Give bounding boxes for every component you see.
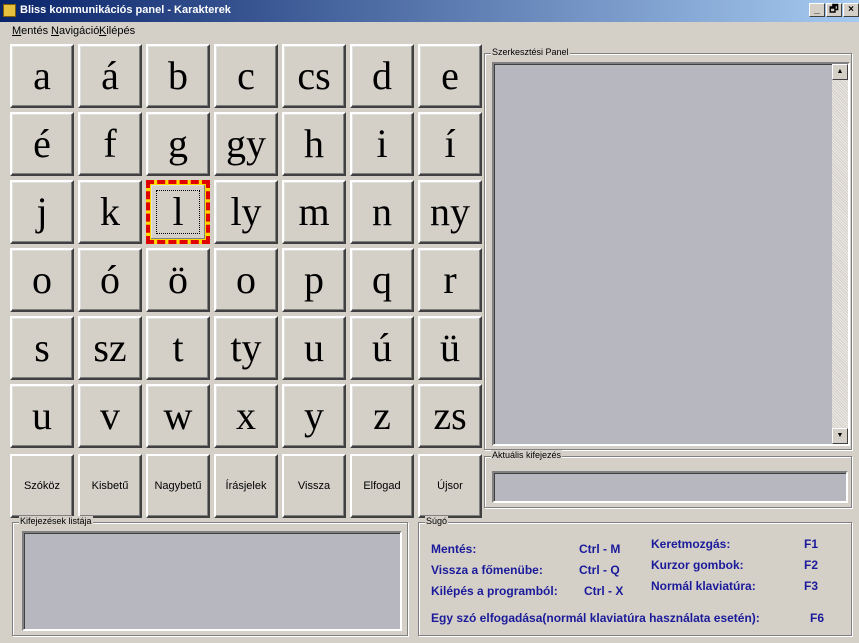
edit-panel-textarea[interactable]: ▲ ▼ [492,62,850,446]
character-button[interactable]: a [10,44,74,108]
function-button[interactable]: Kisbetű [78,454,142,518]
help-save-key: Ctrl - M [579,542,621,556]
character-button[interactable]: x [214,384,278,448]
character-button[interactable]: f [78,112,142,176]
function-button[interactable]: Írásjelek [214,454,278,518]
function-button[interactable]: Újsor [418,454,482,518]
current-expression-label: Aktuális kifejezés [491,450,563,460]
help-back-main: Vissza a főmenübe: [431,563,543,577]
help-group: Súgó Mentés: Ctrl - M Vissza a főmenübe:… [418,516,852,636]
menu-save[interactable]: Mentés [12,25,48,37]
character-button[interactable]: u [282,316,346,380]
character-button-selected[interactable]: l [146,180,210,244]
menu-exit[interactable]: Kilépés [99,25,135,37]
character-button[interactable]: sz [78,316,142,380]
current-expression-group: Aktuális kifejezés [484,450,852,508]
character-button[interactable]: zs [418,384,482,448]
character-button[interactable]: m [282,180,346,244]
character-button[interactable]: q [350,248,414,312]
character-button[interactable]: d [350,44,414,108]
character-button[interactable]: í [418,112,482,176]
character-button[interactable]: t [146,316,210,380]
function-button[interactable]: Vissza [282,454,346,518]
character-button[interactable]: ny [418,180,482,244]
expression-list-label: Kifejezések listája [19,516,93,526]
character-button[interactable]: w [146,384,210,448]
window-title: Bliss kommunikációs panel - Karakterek [20,4,231,16]
character-button[interactable]: e [418,44,482,108]
character-button[interactable]: ü [418,316,482,380]
character-button[interactable]: c [214,44,278,108]
character-button[interactable]: ty [214,316,278,380]
character-button[interactable]: cs [282,44,346,108]
help-cursor-buttons-key: F2 [804,558,819,572]
help-normal-keyboard: Normál klaviatúra: [651,579,756,593]
function-button[interactable]: Szóköz [10,454,74,518]
help-accept-word: Egy szó elfogadása(normál klaviatúra has… [431,611,760,625]
app-icon [3,4,16,17]
character-button[interactable]: ú [350,316,414,380]
character-button[interactable]: p [282,248,346,312]
character-button[interactable]: y [282,384,346,448]
help-save: Mentés: [431,542,477,556]
character-button[interactable]: z [350,384,414,448]
help-cursor-buttons: Kurzor gombok: [651,558,744,572]
function-button[interactable]: Nagybetű [146,454,210,518]
help-back-main-key: Ctrl - Q [579,563,620,577]
character-button[interactable]: r [418,248,482,312]
edit-panel-group: Szerkesztési Panel ▲ ▼ [484,47,852,450]
character-button[interactable]: s [10,316,74,380]
character-button[interactable]: g [146,112,210,176]
minimize-button[interactable]: _ [809,3,825,17]
help-exit-key: Ctrl - X [584,584,624,598]
character-button[interactable]: u [10,384,74,448]
focus-indicator [156,190,200,234]
scroll-down-icon[interactable]: ▼ [832,428,848,444]
character-button[interactable]: h [282,112,346,176]
character-button[interactable]: ly [214,180,278,244]
current-expression-field[interactable] [492,471,848,503]
character-button[interactable]: é [10,112,74,176]
character-button[interactable]: i [350,112,414,176]
character-button[interactable]: j [10,180,74,244]
character-button[interactable]: b [146,44,210,108]
help-frame-move: Keretmozgás: [651,537,731,551]
character-button[interactable]: k [78,180,142,244]
character-button[interactable]: o [10,248,74,312]
menu-navigation[interactable]: Navigáció [51,25,99,37]
help-normal-keyboard-key: F3 [804,579,819,593]
character-button[interactable]: gy [214,112,278,176]
character-button[interactable]: á [78,44,142,108]
maximize-button[interactable]: 🗗 [826,3,842,17]
help-frame-move-key: F1 [804,537,819,551]
character-button[interactable]: n [350,180,414,244]
expression-list[interactable] [22,531,402,631]
edit-panel-label: Szerkesztési Panel [491,47,570,57]
help-accept-word-key: F6 [810,611,825,625]
close-button[interactable]: × [843,3,859,17]
help-exit: Kilépés a programból: [431,584,558,598]
title-bar: Bliss kommunikációs panel - Karakterek _… [0,0,859,22]
scroll-up-icon[interactable]: ▲ [832,64,848,80]
character-button[interactable]: o [214,248,278,312]
expression-list-group: Kifejezések listája [12,516,408,636]
help-label: Súgó [425,516,449,526]
character-button[interactable]: v [78,384,142,448]
character-button[interactable]: ó [78,248,142,312]
edit-panel-scrollbar[interactable]: ▲ ▼ [832,64,848,444]
menu-bar: Mentés Navigáció Kilépés [0,22,859,40]
character-button[interactable]: ö [146,248,210,312]
function-button[interactable]: Elfogad [350,454,414,518]
